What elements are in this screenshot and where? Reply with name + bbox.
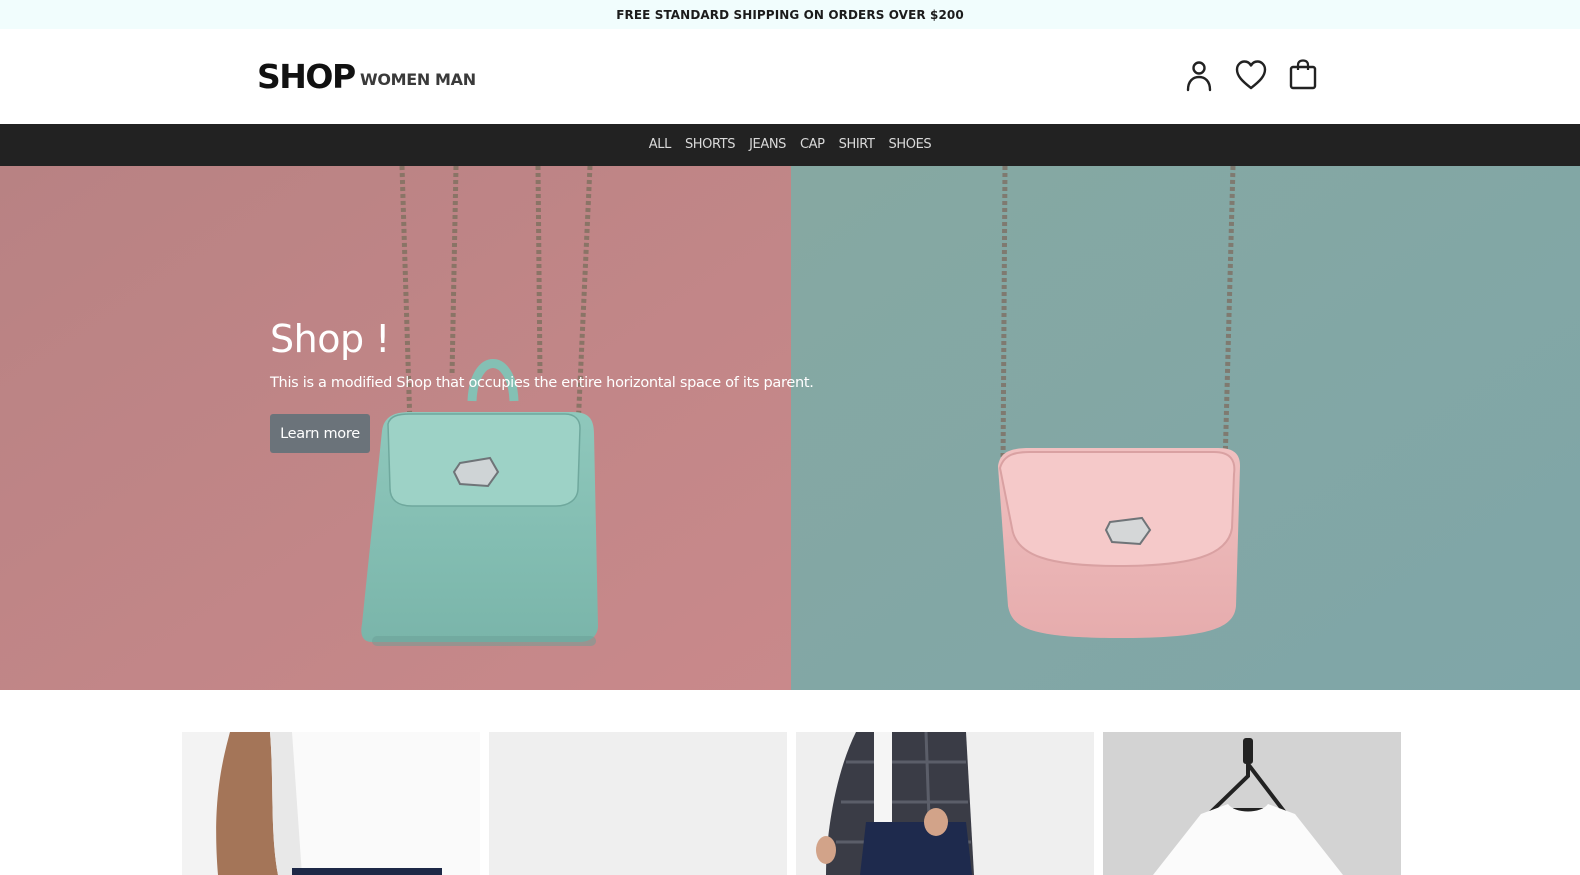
category-cap[interactable]: CAP — [793, 124, 832, 166]
product-card[interactable] — [796, 732, 1094, 875]
category-jeans[interactable]: JEANS — [742, 124, 793, 166]
hero-title: Shop ! — [270, 317, 390, 361]
product-grid — [182, 732, 1402, 875]
heart-icon[interactable] — [1234, 57, 1268, 93]
category-shorts[interactable]: SHORTS — [678, 124, 742, 166]
product-card[interactable] — [489, 732, 787, 875]
shopping-bag-icon[interactable] — [1286, 57, 1320, 93]
promo-text: FREE STANDARD SHIPPING ON ORDERS OVER $2… — [616, 7, 964, 22]
nav-link-man[interactable]: MAN — [435, 70, 476, 90]
hero-image-bags — [0, 166, 1580, 690]
category-shoes[interactable]: SHOES — [882, 124, 939, 166]
white-tee-model-image — [182, 732, 480, 875]
category-all[interactable]: ALL — [642, 124, 678, 166]
category-shirt[interactable]: SHIRT — [832, 124, 882, 166]
logo[interactable]: SHOP — [257, 57, 356, 97]
white-tee-on-hanger-image — [1103, 732, 1401, 875]
hero-description: This is a modified Shop that occupies th… — [270, 375, 814, 391]
light-grey-product-image — [489, 732, 787, 875]
product-card[interactable] — [1103, 732, 1401, 875]
user-icon[interactable] — [1182, 57, 1216, 93]
product-card[interactable] — [182, 732, 480, 875]
category-nav: ALL SHORTS JEANS CAP SHIRT SHOES — [0, 124, 1580, 166]
site-header: SHOP WOMEN MAN — [0, 29, 1580, 124]
learn-more-button[interactable]: Learn more — [270, 414, 370, 453]
nav-link-women[interactable]: WOMEN — [360, 70, 430, 90]
promo-bar: FREE STANDARD SHIPPING ON ORDERS OVER $2… — [0, 0, 1580, 29]
plaid-shirt-jeans-model-image — [796, 732, 1094, 875]
hero-banner: Shop ! This is a modified Shop that occu… — [0, 166, 1580, 690]
